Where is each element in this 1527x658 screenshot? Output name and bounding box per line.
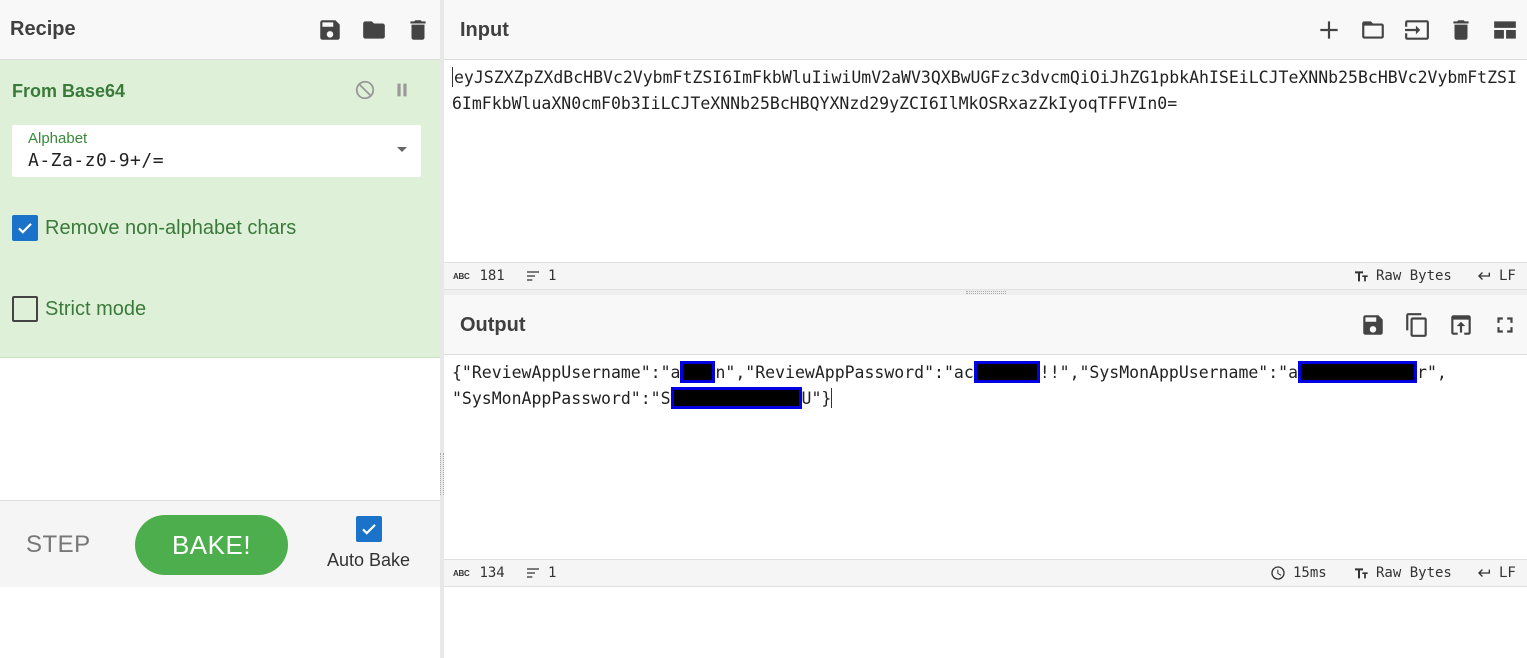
redaction-box	[973, 361, 1040, 383]
layout-icon	[1494, 21, 1516, 39]
input-panel: Input eyJSZXZpZXdBcHBVc2VybmFtZSI6ImFkbW…	[444, 0, 1527, 290]
redaction-box	[670, 386, 802, 409]
plus-icon	[1320, 21, 1338, 39]
auto-bake-label: Auto Bake	[327, 550, 411, 570]
output-encoding[interactable]: Raw Bytes	[1353, 565, 1452, 581]
strict-mode-checkbox[interactable]	[12, 296, 38, 322]
input-text: eyJSZXZpZXdBcHBVc2VybmFtZSI6ImFkbWluIiwi…	[452, 68, 1517, 113]
folder-icon	[363, 21, 385, 39]
output-status-bar: ABC 134 1 15ms Raw Bytes LF	[444, 559, 1527, 587]
input-file-icon	[1405, 20, 1429, 40]
save-icon	[1363, 315, 1383, 335]
fullscreen-icon	[1497, 317, 1513, 333]
save-icon	[320, 20, 340, 40]
output-lines: 1	[525, 565, 556, 581]
clear-input-button[interactable]	[1439, 8, 1483, 52]
input-status-bar: ABC 181 1 Raw Bytes LF	[444, 262, 1527, 290]
from-base64-operation[interactable]: From Base64 Alphabet A-Za-z0-9+/= Remove…	[0, 60, 440, 358]
text-format-icon	[1355, 271, 1368, 282]
disable-operation-button[interactable]	[353, 78, 377, 102]
recipe-title: Recipe	[10, 18, 76, 40]
add-input-tab-button[interactable]	[1307, 8, 1351, 52]
remove-non-alphabet-option[interactable]: Remove non-alphabet chars	[12, 215, 296, 241]
save-output-button[interactable]	[1351, 303, 1395, 347]
output-header: Output	[444, 295, 1527, 355]
open-file-button[interactable]	[1395, 8, 1439, 52]
output-panel: Output {"ReviewAppUsername":"a n","Review…	[444, 295, 1527, 658]
alphabet-select[interactable]: Alphabet A-Za-z0-9+/=	[12, 125, 421, 177]
recipe-header: Recipe	[0, 0, 440, 60]
input-header: Input	[444, 0, 1527, 60]
controls-bar: STEP BAKE! Auto Bake	[0, 500, 440, 587]
open-in-new-icon	[1451, 315, 1471, 335]
reset-layout-button[interactable]	[1483, 8, 1527, 52]
input-encoding[interactable]: Raw Bytes	[1353, 268, 1452, 284]
recipe-panel: Recipe From Base64 Alphabet A-Za-z0-9+/=…	[0, 0, 440, 658]
lines-icon	[527, 271, 539, 281]
chevron-down-icon	[397, 147, 407, 152]
trash-icon	[410, 20, 426, 40]
step-button[interactable]: STEP	[26, 531, 91, 559]
open-folder-button[interactable]	[1351, 8, 1395, 52]
output-length: ABC 134	[453, 565, 505, 581]
redaction-box	[1298, 361, 1418, 383]
trash-icon	[1453, 20, 1469, 40]
operation-name: From Base64	[12, 81, 126, 101]
breakpoint-button[interactable]	[390, 78, 414, 102]
input-textarea[interactable]: eyJSZXZpZXdBcHBVc2VybmFtZSI6ImFkbWluIiwi…	[444, 60, 1527, 262]
lines-icon	[527, 568, 539, 578]
abc-icon: ABC	[453, 271, 470, 281]
bake-time: 15ms	[1270, 565, 1327, 581]
input-length: ABC 181	[453, 268, 505, 284]
input-eol[interactable]: LF	[1476, 268, 1516, 284]
check-icon	[18, 223, 32, 234]
alphabet-label: Alphabet	[28, 130, 88, 147]
strict-mode-option[interactable]: Strict mode	[12, 296, 146, 322]
disable-icon	[355, 80, 375, 100]
redaction-box	[680, 361, 716, 383]
remove-non-alphabet-label: Remove non-alphabet chars	[45, 216, 297, 239]
alphabet-value: A-Za-z0-9+/=	[28, 150, 165, 171]
folder-open-icon	[1362, 21, 1384, 39]
save-recipe-button[interactable]	[308, 8, 352, 52]
input-title: Input	[460, 19, 509, 41]
cyberchef-app: Recipe From Base64 Alphabet A-Za-z0-9+/=…	[0, 0, 1527, 658]
clear-recipe-button[interactable]	[396, 8, 440, 52]
load-recipe-button[interactable]	[352, 8, 396, 52]
return-icon	[1478, 569, 1490, 577]
return-icon	[1478, 272, 1490, 280]
pause-icon	[397, 83, 407, 97]
maximise-output-button[interactable]	[1483, 303, 1527, 347]
output-title: Output	[460, 314, 526, 336]
copy-icon	[1406, 313, 1427, 337]
abc-icon: ABC	[453, 568, 470, 578]
input-lines: 1	[525, 268, 556, 284]
replace-input-button[interactable]	[1439, 303, 1483, 347]
copy-output-button[interactable]	[1395, 303, 1439, 347]
text-format-icon	[1355, 568, 1368, 579]
output-textarea[interactable]: {"ReviewAppUsername":"a n","ReviewAppPass…	[444, 355, 1527, 559]
remove-non-alphabet-checkbox[interactable]	[12, 215, 38, 241]
auto-bake-checkbox[interactable]	[356, 516, 382, 542]
bake-button[interactable]: BAKE!	[135, 515, 288, 575]
strict-mode-label: Strict mode	[45, 297, 147, 320]
output-eol[interactable]: LF	[1476, 565, 1516, 581]
clock-icon	[1271, 566, 1285, 580]
check-icon	[362, 524, 376, 535]
